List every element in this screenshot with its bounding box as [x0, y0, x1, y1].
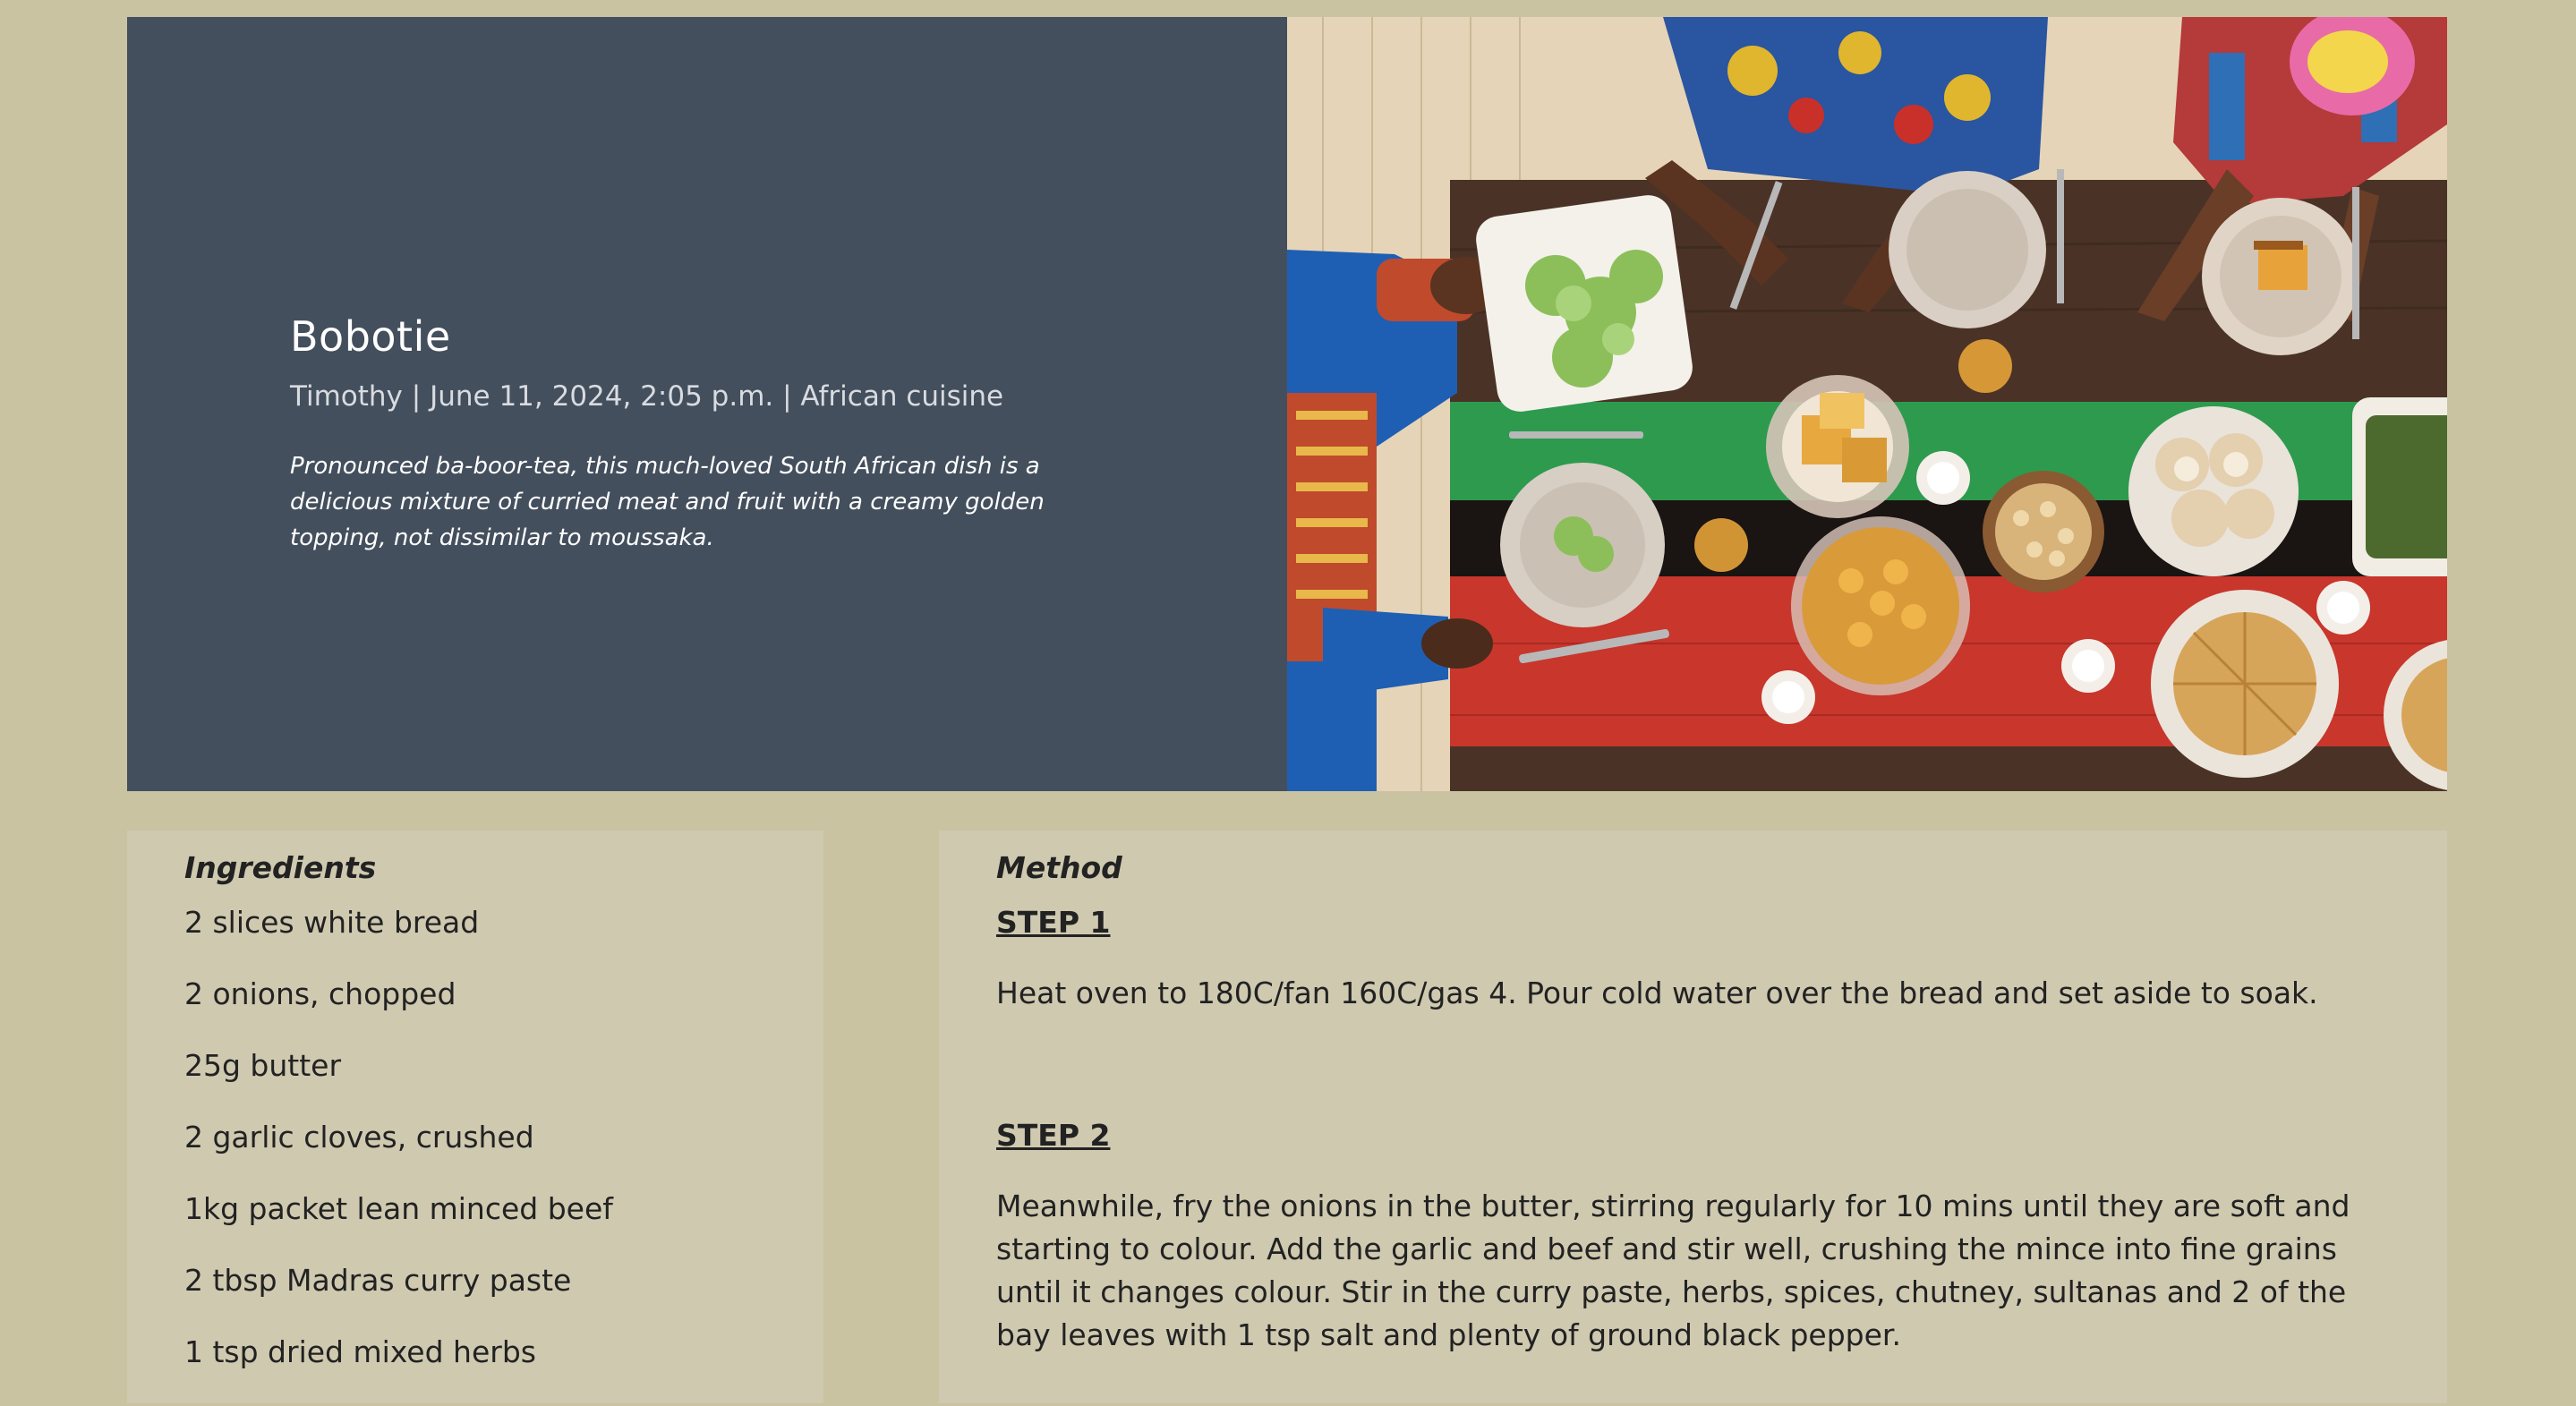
step-text: Meanwhile, fry the onions in the butter,… [996, 1189, 2350, 1352]
method-step: STEP 2 Meanwhile, fry the onions in the … [996, 1118, 2390, 1357]
ingredient-item: 2 onions, chopped [184, 976, 456, 1011]
hero-text-panel: Bobotie Timothy | June 11, 2024, 2:05 p.… [127, 17, 1287, 791]
recipe-cuisine: African cuisine [800, 380, 1004, 413]
ingredient-item: 1kg packet lean minced beef [184, 1191, 613, 1226]
step-label: STEP 2 [996, 1118, 1111, 1153]
recipe-date: June 11, 2024, 2:05 p.m. [430, 380, 774, 413]
ingredients-card: Ingredients 2 slices white bread 2 onion… [127, 831, 823, 1403]
ingredient-item: 2 garlic cloves, crushed [184, 1120, 534, 1155]
step-label: STEP 1 [996, 905, 1111, 940]
ingredients-heading: Ingredients [184, 850, 377, 885]
ingredient-item: 2 slices white bread [184, 905, 480, 940]
method-step: STEP 1 Heat oven to 180C/fan 160C/gas 4.… [996, 905, 2390, 1015]
recipe-author: Timothy [290, 380, 403, 413]
recipe-meta: Timothy | June 11, 2024, 2:05 p.m. | Afr… [290, 380, 1078, 413]
recipe-description: Pronounced ba-boor-tea, this much-loved … [290, 453, 1045, 551]
ingredient-item: 2 tbsp Madras curry paste [184, 1263, 572, 1298]
recipe-title: Bobotie [290, 312, 451, 361]
method-card: Method STEP 1 Heat oven to 180C/fan 160C… [939, 831, 2447, 1403]
meta-separator: | [773, 380, 801, 413]
hero-content: Bobotie Timothy | June 11, 2024, 2:05 p.… [290, 312, 1078, 556]
recipe-hero: Bobotie Timothy | June 11, 2024, 2:05 p.… [127, 17, 2447, 791]
ingredient-item: 25g butter [184, 1048, 342, 1083]
ingredients-list: 2 slices white bread 2 onions, chopped 2… [184, 905, 766, 1406]
meta-separator: | [402, 380, 431, 413]
ingredient-item: 1 tsp dried mixed herbs [184, 1334, 536, 1369]
recipe-photo [1287, 17, 2447, 791]
step-text: Heat oven to 180C/fan 160C/gas 4. Pour c… [996, 976, 2318, 1010]
method-heading: Method [996, 850, 1122, 885]
